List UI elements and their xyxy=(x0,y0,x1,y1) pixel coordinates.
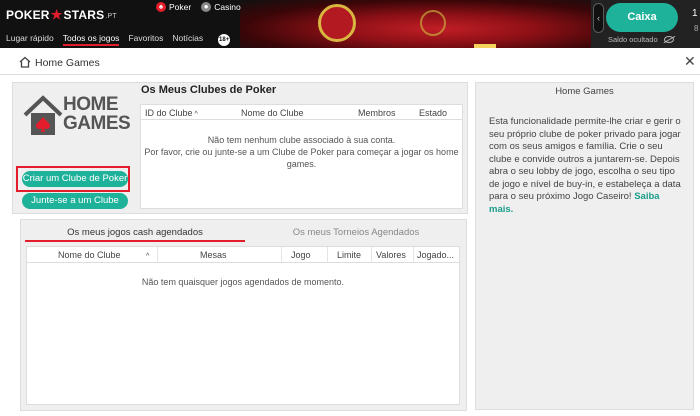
balance-partial: 1 xyxy=(692,8,698,19)
sort-icon[interactable]: ^ xyxy=(195,111,198,118)
column-limit[interactable]: Limite xyxy=(337,250,361,260)
clubs-table: ID do Clube ^ Nome do Clube Membros Estad… xyxy=(140,104,463,209)
home-games-logo-line2: GAMES xyxy=(63,113,131,134)
poker-spade-icon: ♠ xyxy=(156,2,166,12)
column-divider xyxy=(327,247,328,263)
close-icon[interactable]: ✕ xyxy=(684,53,696,70)
product-tab-poker-label: Poker xyxy=(169,2,192,12)
product-tab-casino-label: Casino xyxy=(214,2,241,12)
clubs-table-header: ID do Clube ^ Nome do Clube Membros Estad… xyxy=(141,105,462,120)
column-tables[interactable]: Mesas xyxy=(200,250,227,260)
scheduled-games-header: Nome do Clube ^ Mesas Jogo Limite Valore… xyxy=(27,247,459,263)
column-members[interactable]: Membros xyxy=(358,108,396,118)
scheduled-games-table: Nome do Clube ^ Mesas Jogo Limite Valore… xyxy=(26,246,460,405)
star-icon: ★ xyxy=(50,7,63,22)
logo-text-poker: POKER xyxy=(6,8,50,22)
column-game[interactable]: Jogo xyxy=(291,250,311,260)
lobby-nav: Lugar rápido Todos os jogos Favoritos No… xyxy=(6,33,231,46)
sort-icon[interactable]: ^ xyxy=(144,250,149,260)
tab-scheduled-cash-games[interactable]: Os meus jogos cash agendados xyxy=(25,227,245,238)
age-restriction-badge: 18+ xyxy=(218,33,231,46)
home-icon xyxy=(19,56,31,68)
column-club-id-label: ID do Clube xyxy=(145,108,193,118)
chevron-left-icon[interactable]: ‹ xyxy=(593,3,604,33)
balance-hidden-label: Saldo ocultado xyxy=(608,35,658,44)
clubs-empty-message-line2: Por favor, crie ou junte-se a um Clube d… xyxy=(144,147,459,157)
column-status[interactable]: Estado xyxy=(419,108,447,118)
info-panel-description: Esta funcionalidade permite-lhe criar e … xyxy=(489,116,683,216)
my-clubs-title: Os Meus Clubes de Poker xyxy=(141,84,277,96)
logo-suffix: .PT xyxy=(105,13,117,20)
clubs-empty-message-line3: games. xyxy=(286,159,317,169)
column-club-name[interactable]: Nome do Clube xyxy=(58,250,121,260)
column-divider xyxy=(413,247,414,263)
home-games-logo-text: HOME GAMES xyxy=(63,94,131,134)
home-games-logo-line1: HOME xyxy=(63,94,119,115)
column-stakes[interactable]: Valores xyxy=(376,250,406,260)
product-tabs: ♠ Poker ● Casino xyxy=(156,2,241,12)
clubs-empty-message-line1: Não tem nenhum clube associado à sua con… xyxy=(207,135,396,145)
flag-emblem-decoration-secondary xyxy=(420,10,446,36)
balance-hidden: Saldo ocultado xyxy=(608,35,674,44)
column-club-id[interactable]: ID do Clube ^ xyxy=(145,108,198,118)
window-title: Home Games xyxy=(35,57,100,69)
casino-chip-icon: ● xyxy=(201,2,212,12)
window-title-bar: Home Games ✕ xyxy=(0,48,700,75)
column-divider xyxy=(281,247,282,263)
eye-hidden-icon[interactable] xyxy=(663,36,674,43)
info-panel-title: Home Games xyxy=(555,86,614,97)
product-tab-casino[interactable]: ● Casino xyxy=(201,2,241,12)
column-divider xyxy=(371,247,372,263)
create-club-button[interactable]: Criar um Clube de Poker xyxy=(22,171,128,187)
product-tab-poker[interactable]: ♠ Poker xyxy=(156,2,191,12)
cashier-button[interactable]: Caixa xyxy=(606,3,678,32)
top-bar: POKER ★ STARS .PT ♠ Poker ● Casino Lugar… xyxy=(0,0,700,48)
nav-quick-seat[interactable]: Lugar rápido xyxy=(6,33,54,46)
flag-emblem-decoration xyxy=(318,4,356,42)
pokerstars-logo[interactable]: POKER ★ STARS .PT xyxy=(6,6,117,24)
logo-text-stars: STARS xyxy=(63,8,105,22)
info-panel-body: Esta funcionalidade permite-lhe criar e … xyxy=(489,116,681,202)
nav-all-games[interactable]: Todos os jogos xyxy=(62,33,120,46)
column-club-name[interactable]: Nome do Clube xyxy=(241,108,304,118)
column-played[interactable]: Jogado... xyxy=(417,250,454,260)
join-club-button[interactable]: Junte-se a um Clube xyxy=(22,193,128,209)
games-empty-message: Não tem quaisquer jogos agendados de mom… xyxy=(141,277,345,287)
balance-partial-secondary: 8 xyxy=(694,24,699,33)
nav-favorites[interactable]: Favoritos xyxy=(128,33,163,46)
tab-scheduled-tournaments[interactable]: Os meus Torneios Agendados xyxy=(246,227,466,238)
column-divider xyxy=(157,247,158,263)
nav-news[interactable]: Notícias xyxy=(172,33,203,46)
active-tab-indicator xyxy=(25,240,245,242)
